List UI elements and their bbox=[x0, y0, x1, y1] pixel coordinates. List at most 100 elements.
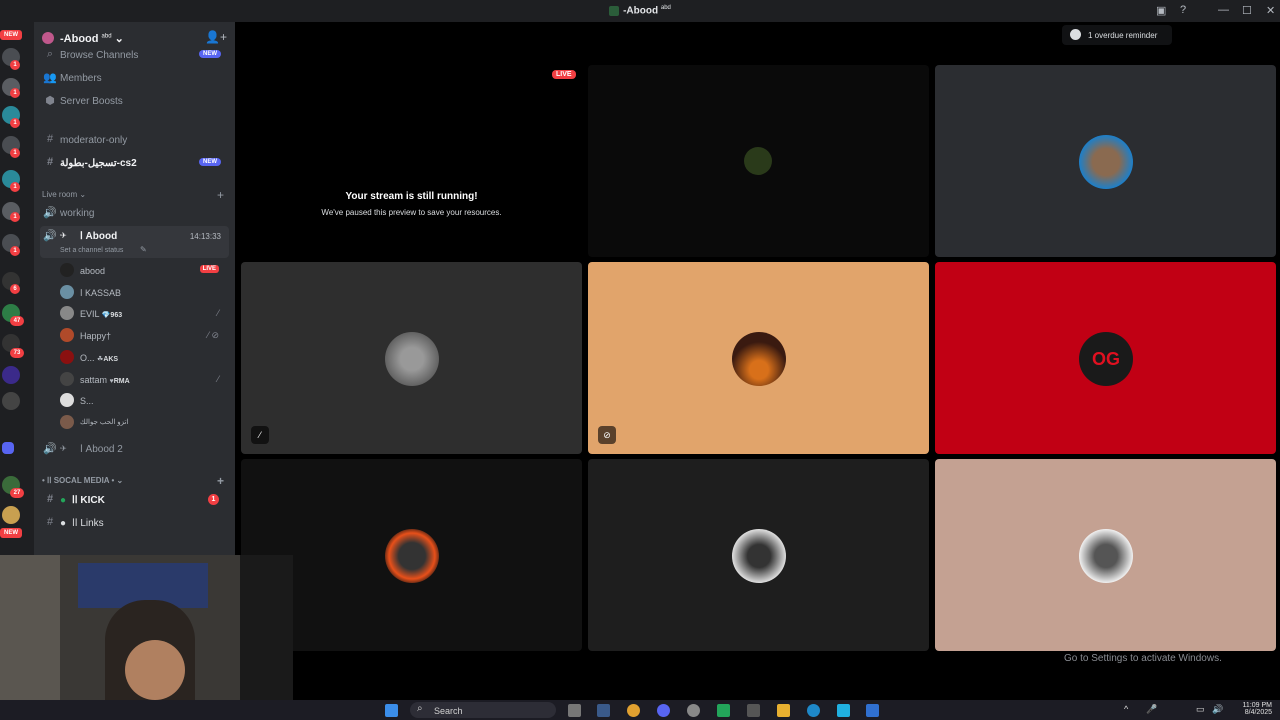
invite-people-icon[interactable]: 👤+ bbox=[205, 30, 227, 44]
voice-channel-abood2[interactable]: 🔊 ✈ ا Abood 2 bbox=[40, 439, 229, 459]
participant-tile[interactable] bbox=[588, 65, 929, 257]
user-name-row: O... ☘AKS bbox=[80, 353, 118, 363]
start-icon[interactable] bbox=[385, 704, 398, 717]
muted-icon: ⊘ bbox=[598, 426, 616, 444]
voice-user[interactable]: sattam ♥RMA ⁄ bbox=[60, 369, 229, 389]
voice-channel-abood[interactable]: 🔊 ا Abood ✈ 14:13:33 Set a channel statu… bbox=[40, 226, 229, 258]
members-item[interactable]: 👥 Members bbox=[40, 68, 229, 88]
participant-tile[interactable] bbox=[588, 459, 929, 651]
participant-tile[interactable]: ⁄ bbox=[241, 262, 582, 454]
edit-icon[interactable]: ✎ bbox=[140, 245, 147, 254]
voice-user[interactable]: Happy† ⁄ ⊘ bbox=[60, 325, 229, 345]
user-tag: RMA bbox=[113, 378, 130, 385]
add-channel-icon[interactable]: + bbox=[217, 474, 224, 488]
members-label: Members bbox=[60, 73, 102, 84]
chevron-up-icon[interactable]: ^ bbox=[1124, 704, 1128, 714]
browse-channels-label: Browse Channels bbox=[60, 50, 139, 61]
voice-user[interactable]: S... bbox=[60, 390, 229, 410]
avatar bbox=[60, 350, 74, 364]
stream-subtitle: We've paused this preview to save your r… bbox=[321, 208, 502, 217]
steam-icon[interactable] bbox=[597, 704, 610, 717]
participant-tile[interactable] bbox=[935, 65, 1276, 257]
deafened-icon: ⁄ bbox=[217, 374, 219, 384]
app-icon[interactable] bbox=[747, 704, 760, 717]
channel-kick[interactable]: # ● اا KICK 1 bbox=[40, 490, 229, 510]
door bbox=[240, 555, 293, 720]
title-bar: -Abood abd ▣ ? — ☐ ✕ bbox=[0, 0, 1280, 22]
live-badge: LIVE bbox=[199, 265, 219, 273]
mention-badge: 1 bbox=[10, 88, 20, 98]
channel-tasjeel[interactable]: # تسجيل-بطولة-cs2 NEW bbox=[40, 153, 229, 173]
voice-user[interactable]: EVIL 💎963 ⁄ bbox=[60, 303, 229, 323]
webcam-overlay bbox=[0, 555, 293, 720]
kick-icon: ● bbox=[60, 495, 67, 506]
user-name-row: EVIL 💎963 bbox=[80, 309, 122, 319]
channel-label: ا Abood bbox=[80, 231, 118, 242]
app-icon[interactable] bbox=[717, 704, 730, 717]
participant-tile[interactable]: OG bbox=[935, 262, 1276, 454]
stream-tile[interactable]: Your stream is still running! We've paus… bbox=[241, 65, 582, 257]
inbox-icon[interactable]: ▣ bbox=[1156, 4, 1166, 17]
user-name: ا KASSAB bbox=[80, 288, 122, 298]
mention-badge: 1 bbox=[10, 246, 20, 256]
participant-tile[interactable]: ⊘ bbox=[588, 262, 929, 454]
channel-sidebar: -Abood abd ⌄ 👤+ ⌕ Browse Channels NEW 👥 … bbox=[34, 22, 235, 555]
boost-icon: ⬢ bbox=[45, 95, 55, 107]
network-icon[interactable]: ▭ bbox=[1196, 704, 1205, 715]
deafened-icon: ⁄ bbox=[217, 308, 219, 318]
server-icon[interactable] bbox=[2, 506, 20, 524]
user-name: Happy† bbox=[80, 331, 112, 341]
browse-channels[interactable]: ⌕ Browse Channels NEW bbox=[40, 48, 229, 62]
voice-channel-working[interactable]: 🔊 working bbox=[40, 203, 229, 223]
server-icon[interactable] bbox=[2, 392, 20, 410]
discord-icon[interactable] bbox=[657, 704, 670, 717]
task-view-icon[interactable] bbox=[568, 704, 581, 717]
minimize-button[interactable]: — bbox=[1218, 4, 1229, 16]
face bbox=[125, 640, 185, 700]
overdue-reminder[interactable]: 1 overdue reminder bbox=[1062, 25, 1172, 45]
avatar bbox=[1079, 135, 1133, 189]
channel-label: moderator-only bbox=[60, 135, 128, 146]
server-name-text: -Abood bbox=[60, 33, 99, 45]
file-explorer-icon[interactable] bbox=[777, 704, 790, 717]
server-icon[interactable] bbox=[2, 366, 20, 384]
clock-time: 11:09 PM bbox=[1242, 702, 1272, 709]
mention-badge: 1 bbox=[208, 494, 219, 505]
app-icon[interactable] bbox=[687, 704, 700, 717]
mic-icon[interactable]: 🎤 bbox=[1146, 704, 1157, 715]
avatar bbox=[385, 529, 439, 583]
channel-emoji-icon: ✈ bbox=[60, 231, 67, 240]
store-icon[interactable] bbox=[866, 704, 879, 717]
taskbar: ⌕ Search ^ 🎤 ▭ 🔊 11:09 PM 8/4/2025 bbox=[0, 700, 1280, 720]
mention-badge: 6 bbox=[10, 284, 20, 294]
window-title: -Abood abd bbox=[0, 5, 1280, 16]
hash-icon: # bbox=[46, 133, 54, 145]
voice-user[interactable]: O... ☘AKS bbox=[60, 347, 229, 367]
app-icon[interactable] bbox=[837, 704, 850, 717]
category-live-room[interactable]: Live room ⌄ + bbox=[42, 188, 224, 202]
add-channel-icon[interactable]: + bbox=[217, 188, 224, 202]
hash-icon: # bbox=[46, 516, 54, 528]
channel-moderator-only[interactable]: # moderator-only bbox=[40, 130, 229, 150]
taskbar-clock[interactable]: 11:09 PM 8/4/2025 bbox=[1226, 702, 1272, 716]
stream-title: Your stream is still running! bbox=[345, 191, 478, 202]
voice-user[interactable]: اتزو الحب جوالك bbox=[60, 412, 229, 432]
server-boosts-item[interactable]: ⬢ Server Boosts bbox=[40, 91, 229, 111]
volume-icon[interactable]: 🔊 bbox=[1212, 704, 1223, 715]
user-name: EVIL bbox=[80, 309, 100, 319]
maximize-button[interactable]: ☐ bbox=[1242, 4, 1252, 17]
help-icon[interactable]: ? bbox=[1180, 4, 1186, 16]
voice-user[interactable]: abood LIVE bbox=[60, 260, 229, 280]
avatar bbox=[60, 372, 74, 386]
folder-icon[interactable] bbox=[2, 442, 14, 454]
taskbar-search[interactable]: ⌕ Search bbox=[410, 702, 556, 718]
channel-status[interactable]: Set a channel status bbox=[60, 247, 123, 254]
channel-links[interactable]: # ● اا Links bbox=[40, 513, 229, 533]
close-button[interactable]: ✕ bbox=[1266, 4, 1275, 17]
category-social-media[interactable]: • اا SOCAL MEDIA • ⌄ + bbox=[42, 474, 224, 488]
voice-user[interactable]: ا KASSAB bbox=[60, 282, 229, 302]
participant-tile[interactable] bbox=[935, 459, 1276, 651]
user-tag: 963 bbox=[110, 312, 123, 319]
edge-icon[interactable] bbox=[807, 704, 820, 717]
chrome-icon[interactable] bbox=[627, 704, 640, 717]
